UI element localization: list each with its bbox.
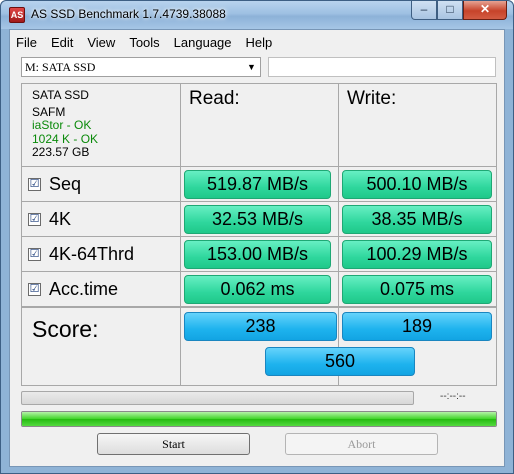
maximize-button[interactable]: □ [437,1,463,20]
4k-read-result: 32.53 MB/s [184,205,331,234]
4k-64thrd-read-result: 153.00 MB/s [184,240,331,269]
row-divider [22,236,496,237]
alignment-status: 1024 K - OK [32,131,99,146]
seq-read-result: 519.87 MB/s [184,170,331,199]
column-divider [180,84,181,385]
window-title: AS SSD Benchmark 1.7.4739.38088 [31,7,226,21]
title-bar[interactable]: AS AS SSD Benchmark 1.7.4739.38088 – □ ✕ [1,1,513,29]
score-read: 238 [184,312,337,341]
4k-64thrd-write-result: 100.29 MB/s [342,240,492,269]
seq-checkbox[interactable]: ☑ [28,178,41,191]
read-column-header: Read: [189,88,240,109]
test-seq: ☑ Seq [28,168,81,201]
row-divider [22,166,496,167]
menu-bar: File Edit View Tools Language Help [10,32,279,54]
test-acc-time: ☑ Acc.time [28,273,118,306]
drive-name: SATA SSD [32,88,89,102]
row-divider [22,271,496,272]
menu-language[interactable]: Language [167,32,239,54]
drive-capacity: 223.57 GB [32,145,90,159]
overall-progress-fill [22,412,496,426]
score-total: 560 [265,347,415,376]
acc-time-read-result: 0.062 ms [184,275,331,304]
test-label: 4K [49,209,72,229]
menu-help[interactable]: Help [239,32,280,54]
app-icon: AS [9,7,25,23]
test-label: 4K-64Thrd [49,244,135,264]
menu-tools[interactable]: Tools [122,32,166,54]
row-divider [22,306,496,308]
test-label: Acc.time [49,279,119,299]
test-progress-bar [21,391,414,405]
overall-progress-bar [21,411,497,427]
status-field [268,57,496,77]
seq-write-result: 500.10 MB/s [342,170,492,199]
abort-button[interactable]: Abort [285,433,438,455]
test-label: Seq [49,174,82,194]
score-label: Score: [32,316,99,342]
menu-view[interactable]: View [80,32,122,54]
chevron-down-icon[interactable]: ▼ [244,59,259,75]
minimize-button[interactable]: – [411,1,437,20]
close-button[interactable]: ✕ [463,1,507,20]
test-4k-64thrd: ☑ 4K-64Thrd [28,238,134,271]
score-write: 189 [342,312,492,341]
client-area: File Edit View Tools Language Help M: SA… [9,29,505,467]
menu-edit[interactable]: Edit [44,32,80,54]
row-divider [22,201,496,202]
driver-status: iaStor - OK [32,118,92,132]
column-divider [338,84,339,385]
drive-select-value: M: SATA SSD [25,60,96,74]
drive-firmware: SAFM [32,104,66,119]
app-window: AS AS SSD Benchmark 1.7.4739.38088 – □ ✕… [0,0,514,474]
acc-time-write-result: 0.075 ms [342,275,492,304]
results-panel: SATA SSD SAFM iaStor - OK 1024 K - OK 22… [21,83,497,386]
test-4k: ☑ 4K [28,203,71,236]
elapsed-timer: --:--:-- [440,391,466,402]
drive-select[interactable]: M: SATA SSD ▼ [21,57,261,77]
drive-info: SATA SSD SAFM iaStor - OK 1024 K - OK 22… [32,88,99,160]
write-column-header: Write: [347,88,397,109]
window-controls: – □ ✕ [411,1,507,21]
start-button[interactable]: Start [97,433,250,455]
4k-64thrd-checkbox[interactable]: ☑ [28,248,41,261]
4k-checkbox[interactable]: ☑ [28,213,41,226]
menu-file[interactable]: File [10,32,44,54]
acc-time-checkbox[interactable]: ☑ [28,283,41,296]
4k-write-result: 38.35 MB/s [342,205,492,234]
